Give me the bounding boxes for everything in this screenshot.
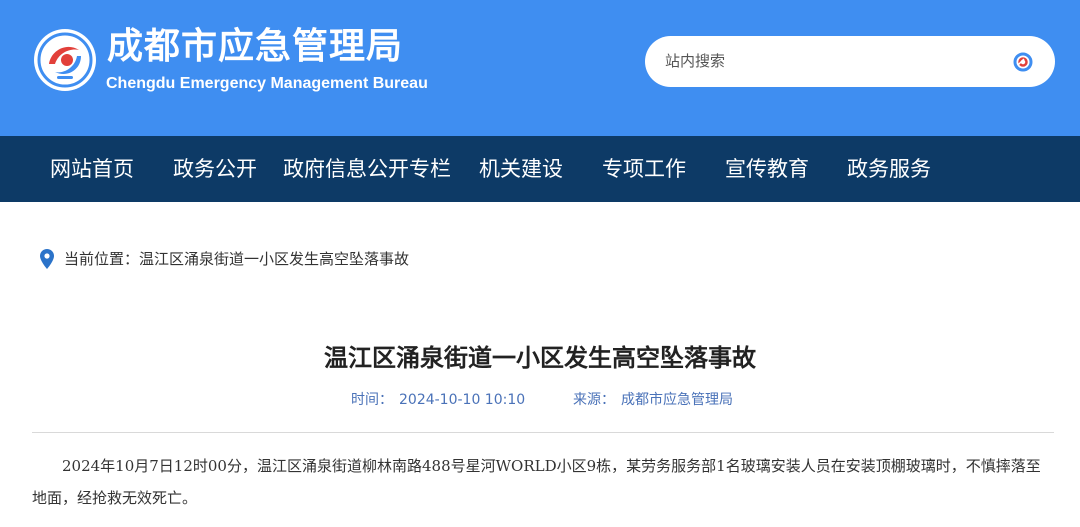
article-time: 时间： 2024-10-10 10:10 (351, 389, 525, 411)
site-title: 成都市应急管理局 (107, 26, 404, 67)
main-nav: 网站首页 政务公开 政府信息公开专栏 机关建设 专项工作 宣传教育 政务服务 (0, 136, 1080, 202)
time-label: 时间： (351, 392, 393, 408)
emergency-bureau-logo-icon[interactable] (33, 28, 97, 92)
nav-item-government-affairs[interactable]: 政务公开 (173, 136, 257, 202)
article-body: 2024年10月7日12时00分，温江区涌泉街道柳林南路488号星河WORLD小… (32, 457, 1041, 507)
breadcrumb: 当前位置： 温江区涌泉街道一小区发生高空坠落事故 (40, 247, 409, 271)
breadcrumb-current[interactable]: 温江区涌泉街道一小区发生高空坠落事故 (139, 247, 409, 271)
nav-item-info-disclosure[interactable]: 政府信息公开专栏 (283, 136, 451, 202)
divider (32, 432, 1054, 433)
nav-item-home[interactable]: 网站首页 (50, 136, 134, 202)
search-box (645, 36, 1055, 87)
article-source: 来源： 成都市应急管理局 (573, 389, 733, 411)
search-icon[interactable] (1012, 51, 1034, 73)
time-value: 2024-10-10 10:10 (399, 392, 526, 408)
nav-item-publicity[interactable]: 宣传教育 (725, 136, 809, 202)
article-title: 温江区涌泉街道一小区发生高空坠落事故 (324, 344, 756, 372)
nav-item-services[interactable]: 政务服务 (847, 136, 931, 202)
nav-item-special-work[interactable]: 专项工作 (602, 136, 686, 202)
source-value: 成都市应急管理局 (621, 392, 733, 408)
source-label: 来源： (573, 392, 615, 408)
site-subtitle: Chengdu Emergency Management Bureau (106, 75, 428, 92)
nav-item-organ-building[interactable]: 机关建设 (479, 136, 563, 202)
site-header: 成都市应急管理局 Chengdu Emergency Management Bu… (0, 0, 1080, 136)
search-input[interactable] (665, 49, 985, 73)
location-pin-icon (40, 249, 54, 269)
breadcrumb-label: 当前位置： (64, 250, 140, 268)
